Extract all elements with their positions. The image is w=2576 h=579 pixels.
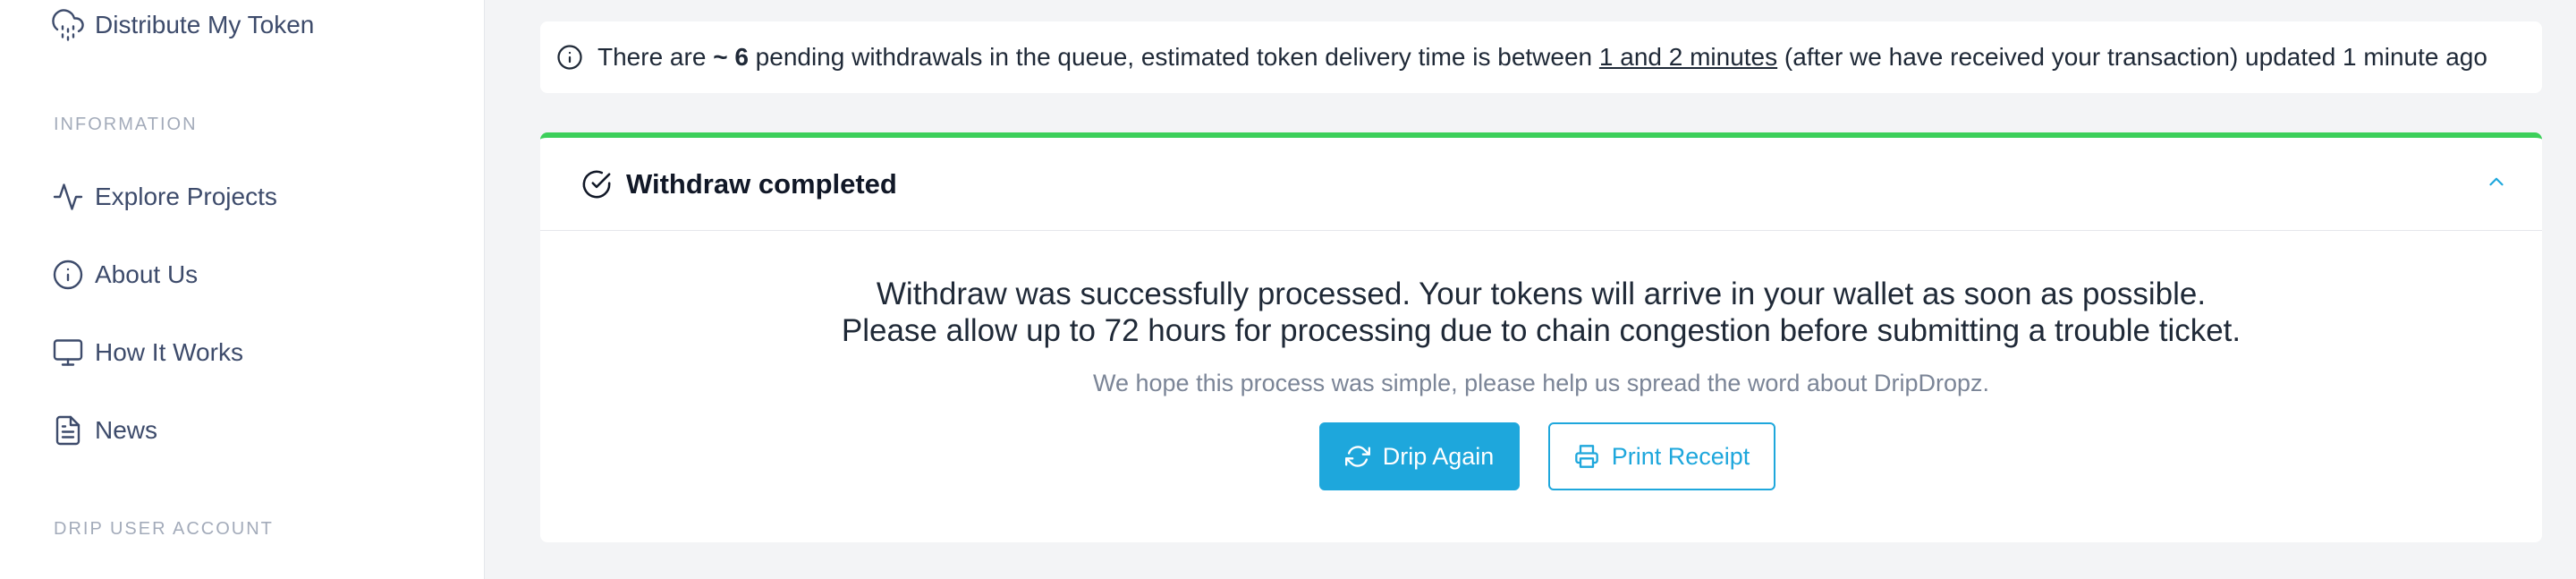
sidebar-item-distribute-my-token[interactable]: Distribute My Token xyxy=(52,9,314,41)
sidebar: Distribute My Token INFORMATION Explore … xyxy=(0,0,485,579)
success-message-line2: Please allow up to 72 hours for processi… xyxy=(841,313,2241,348)
sidebar-item-label: Explore Projects xyxy=(95,183,277,210)
notice-prefix: There are xyxy=(597,43,707,71)
section-label-information: INFORMATION xyxy=(54,115,198,134)
card-header[interactable]: Withdraw completed xyxy=(540,138,2542,231)
notice-suffix: (after we have received your transaction… xyxy=(1784,43,2487,71)
queue-notice: There are ~ 6 pending withdrawals in the… xyxy=(540,21,2542,93)
sidebar-item-news[interactable]: News xyxy=(52,414,157,447)
card-body: Withdraw was successfully processed. You… xyxy=(540,276,2542,490)
print-receipt-button[interactable]: Print Receipt xyxy=(1548,422,1775,490)
refresh-icon xyxy=(1344,446,1370,467)
main-content: There are ~ 6 pending withdrawals in the… xyxy=(485,0,2576,579)
success-message-line1: Withdraw was successfully processed. You… xyxy=(876,277,2207,311)
info-icon xyxy=(557,45,582,70)
print-receipt-label: Print Receipt xyxy=(1611,442,1750,470)
section-label-drip-user-account: DRIP USER ACCOUNT xyxy=(54,519,274,539)
sidebar-item-how-it-works[interactable]: How It Works xyxy=(52,336,243,369)
drip-again-label: Drip Again xyxy=(1382,442,1495,470)
notice-text: There are ~ 6 pending withdrawals in the… xyxy=(597,43,2487,72)
monitor-icon xyxy=(52,336,95,369)
sidebar-item-label: Distribute My Token xyxy=(95,11,315,38)
sidebar-item-label: About Us xyxy=(95,260,199,288)
sidebar-item-about-us[interactable]: About Us xyxy=(52,259,198,291)
card-actions: Drip Again Print Receipt xyxy=(540,422,2542,490)
pending-count: ~ 6 xyxy=(713,43,749,71)
file-text-icon xyxy=(52,414,95,447)
share-subtext: We hope this process was simple, please … xyxy=(1092,370,1990,396)
withdraw-card: Withdraw completed Withdraw was successf… xyxy=(540,132,2542,542)
check-circle-icon xyxy=(582,170,611,198)
cloud-drizzle-icon xyxy=(52,9,95,41)
delivery-time-link[interactable]: 1 and 2 minutes xyxy=(1599,43,1777,71)
sidebar-item-label: How It Works xyxy=(95,338,243,366)
activity-icon xyxy=(52,181,95,213)
drip-again-button[interactable]: Drip Again xyxy=(1319,422,1520,490)
chevron-up-icon[interactable] xyxy=(2485,170,2508,193)
notice-middle: pending withdrawals in the queue, estima… xyxy=(755,43,1593,71)
card-title: Withdraw completed xyxy=(626,167,897,200)
sidebar-item-label: News xyxy=(95,416,158,444)
sidebar-item-explore-projects[interactable]: Explore Projects xyxy=(52,181,277,213)
info-icon xyxy=(52,259,95,291)
printer-icon xyxy=(1574,445,1598,468)
app: Distribute My Token INFORMATION Explore … xyxy=(0,0,2576,579)
